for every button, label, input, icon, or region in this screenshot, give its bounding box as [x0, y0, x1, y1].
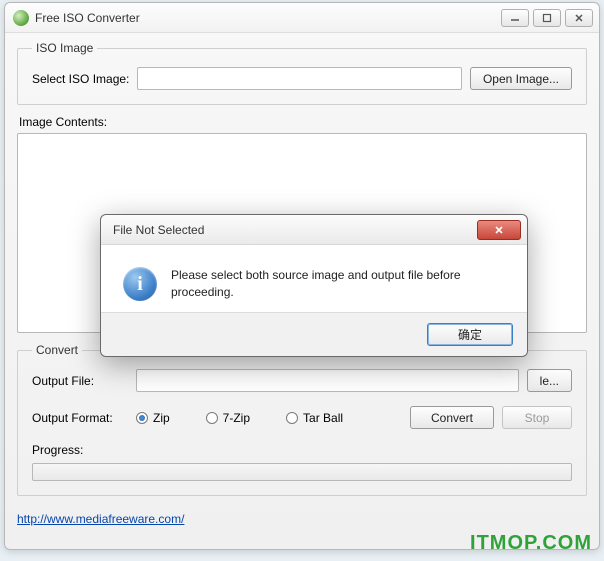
progress-bar	[32, 463, 572, 481]
radio-7zip-icon	[206, 412, 218, 424]
modal-message: Please select both source image and outp…	[171, 267, 505, 302]
output-file-label: Output File:	[32, 374, 128, 388]
open-image-button[interactable]: Open Image...	[470, 67, 572, 90]
radio-zip-icon	[136, 412, 148, 424]
website-link[interactable]: http://www.mediafreeware.com/	[17, 512, 184, 526]
radio-tarball-icon	[286, 412, 298, 424]
info-icon: i	[123, 267, 157, 301]
radio-7zip[interactable]: 7-Zip	[206, 411, 250, 425]
radio-zip[interactable]: Zip	[136, 411, 170, 425]
minimize-button[interactable]	[501, 9, 529, 27]
titlebar[interactable]: Free ISO Converter	[5, 3, 599, 33]
modal-close-button[interactable]	[477, 220, 521, 240]
close-button[interactable]	[565, 9, 593, 27]
output-file-input[interactable]	[136, 369, 519, 392]
convert-group: Convert Output File: le... Output Format…	[17, 343, 587, 496]
image-contents-label: Image Contents:	[19, 115, 585, 129]
modal-dialog: File Not Selected i Please select both s…	[100, 214, 528, 357]
radio-tarball[interactable]: Tar Ball	[286, 411, 343, 425]
radio-tarball-label: Tar Ball	[303, 411, 343, 425]
select-iso-label: Select ISO Image:	[32, 72, 129, 86]
watermark: ITMOP.COM	[470, 532, 592, 555]
window-title: Free ISO Converter	[35, 11, 501, 25]
convert-button[interactable]: Convert	[410, 406, 494, 429]
iso-image-group: ISO Image Select ISO Image: Open Image..…	[17, 41, 587, 105]
output-format-label: Output Format:	[32, 411, 128, 425]
progress-label: Progress:	[32, 443, 83, 457]
radio-zip-label: Zip	[153, 411, 170, 425]
iso-image-legend: ISO Image	[32, 41, 97, 55]
output-file-button[interactable]: le...	[527, 369, 572, 392]
maximize-button[interactable]	[533, 9, 561, 27]
stop-button: Stop	[502, 406, 572, 429]
convert-legend: Convert	[32, 343, 82, 357]
modal-title: File Not Selected	[113, 223, 477, 237]
modal-titlebar[interactable]: File Not Selected	[101, 215, 527, 245]
radio-7zip-label: 7-Zip	[223, 411, 250, 425]
modal-ok-button[interactable]: 确定	[427, 323, 513, 346]
select-iso-input[interactable]	[137, 67, 462, 90]
app-icon	[13, 10, 29, 26]
